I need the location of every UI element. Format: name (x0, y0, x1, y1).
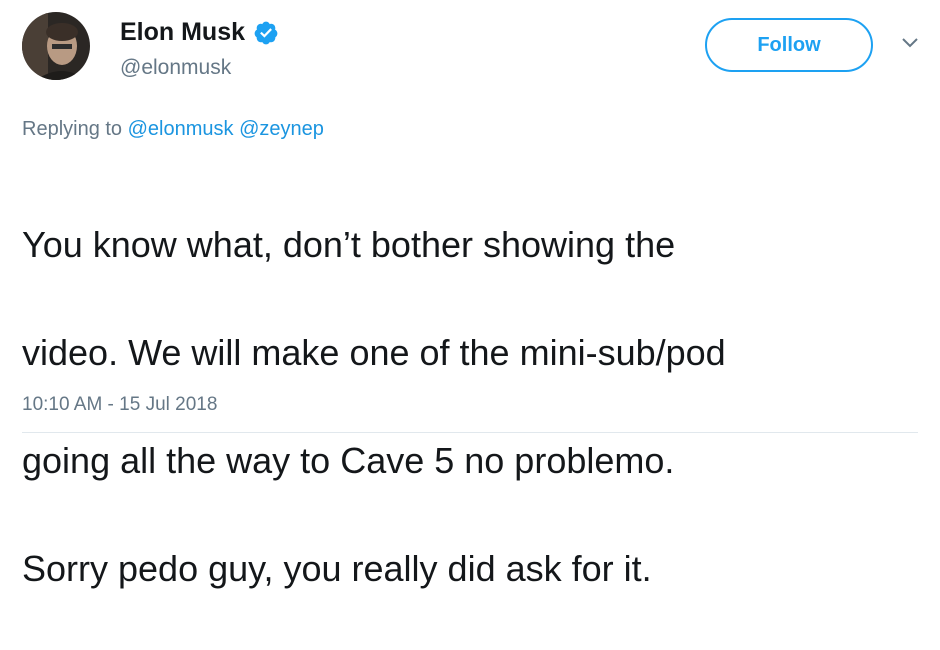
replying-to-label: Replying to (22, 118, 123, 140)
reply-mention-link[interactable]: @zeynep (239, 118, 324, 140)
chevron-down-icon[interactable] (901, 36, 919, 50)
tweet-text-line: video. We will make one of the mini-sub/… (22, 332, 726, 373)
author-name-row: Elon Musk (120, 18, 279, 47)
tweet-text-line: going all the way to Cave 5 no problemo. (22, 440, 675, 481)
verified-badge-icon (253, 20, 279, 46)
avatar[interactable] (22, 12, 90, 80)
divider (22, 432, 918, 433)
follow-button[interactable]: Follow (705, 18, 873, 72)
author-display-name[interactable]: Elon Musk (120, 18, 245, 47)
tweet-card: Elon Musk @elonmusk Follow Replying to @… (0, 0, 940, 589)
author-handle[interactable]: @elonmusk (120, 56, 231, 80)
tweet-text-line: Sorry pedo guy, you really did ask for i… (22, 548, 652, 589)
reply-mention-link[interactable]: @elonmusk (128, 118, 234, 140)
replying-to-line: Replying to @elonmusk @zeynep (22, 118, 324, 141)
tweet-timestamp[interactable]: 10:10 AM - 15 Jul 2018 (22, 394, 217, 416)
tweet-text-line: You know what, don’t bother showing the (22, 224, 676, 265)
